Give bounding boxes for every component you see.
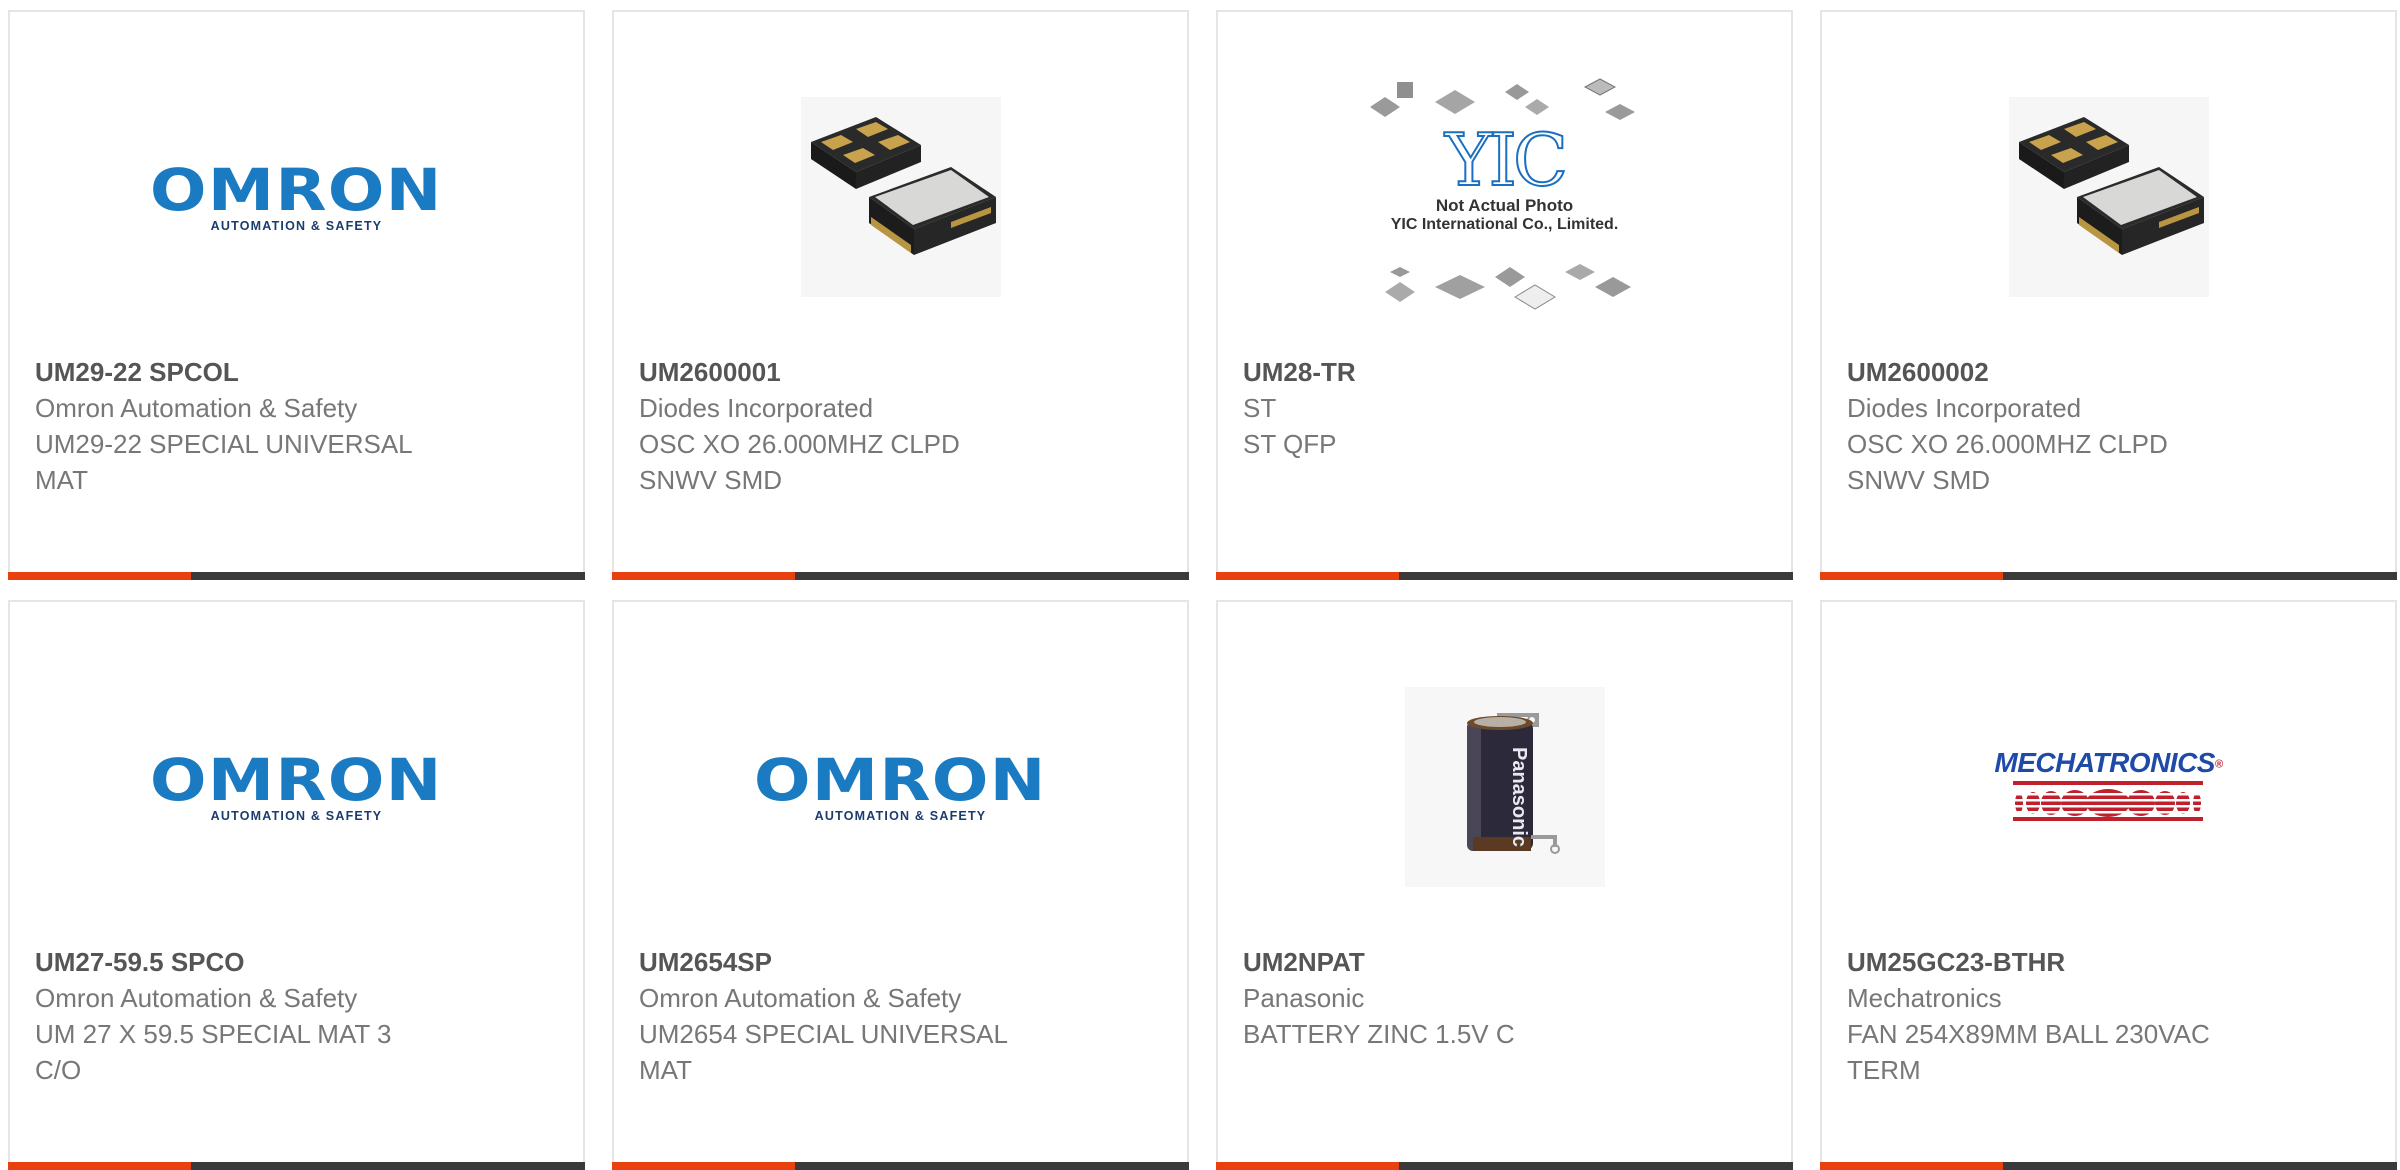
yic-placeholder-image: YIC Not Actual Photo YIC International C… (1365, 72, 1645, 322)
card-bottom-bar (612, 1162, 1189, 1170)
product-description-line: OSC XO 26.000MHZ CLPD (639, 429, 960, 459)
product-card[interactable]: UM2600002 Diodes Incorporated OSC XO 26.… (1820, 10, 2397, 580)
battery-icon: Panasonic (1404, 687, 1605, 887)
mechatronics-logo-word: MECHATRONICS® (1994, 746, 2223, 778)
card-bottom-bar (1820, 1162, 2397, 1170)
part-number-link[interactable]: UM29-22 SPCOL (35, 354, 475, 390)
product-card[interactable]: OMRON AUTOMATION & SAFETY UM29-22 SPCOL … (8, 10, 585, 580)
part-number-link[interactable]: UM2NPAT (1243, 944, 1683, 980)
card-bottom-bar (1216, 1162, 1793, 1170)
omron-logo: OMRON AUTOMATION & SAFETY (150, 751, 442, 823)
manufacturer-name: Diodes Incorporated (1847, 393, 2082, 423)
yic-logo-word: YIC (1444, 118, 1569, 202)
product-description-line: UM2654 SPECIAL UNIVERSAL (639, 1019, 1008, 1049)
product-description-line: TERM (1847, 1055, 1921, 1085)
product-description-line: MAT (639, 1055, 692, 1085)
product-card[interactable]: Panasonic UM2NPAT Panasonic BATTERY ZINC… (1216, 600, 1793, 1170)
product-image[interactable] (614, 72, 1187, 322)
part-number-link[interactable]: UM2654SP (639, 944, 1079, 980)
manufacturer-name: Mechatronics (1847, 983, 2002, 1013)
product-description-line: OSC XO 26.000MHZ CLPD (1847, 429, 2168, 459)
product-info: UM2600001 Diodes Incorporated OSC XO 26.… (639, 354, 1079, 498)
omron-logo: OMRON AUTOMATION & SAFETY (754, 751, 1046, 823)
part-number-link[interactable]: UM27-59.5 SPCO (35, 944, 475, 980)
oscillator-icon (800, 97, 1001, 297)
product-image[interactable]: OMRON AUTOMATION & SAFETY (10, 662, 583, 912)
card-bottom-bar (1216, 572, 1793, 580)
product-description-line: ST QFP (1243, 429, 1337, 459)
product-info: UM2654SP Omron Automation & Safety UM265… (639, 944, 1079, 1088)
manufacturer-name: Omron Automation & Safety (35, 393, 358, 423)
product-description-line: SNWV SMD (1847, 465, 1990, 495)
omron-logo-word: OMRON (150, 156, 443, 224)
product-card[interactable]: UM2600001 Diodes Incorporated OSC XO 26.… (612, 10, 1189, 580)
product-info: UM2NPAT Panasonic BATTERY ZINC 1.5V C (1243, 944, 1683, 1052)
manufacturer-name: Diodes Incorporated (639, 393, 874, 423)
product-description-line: MAT (35, 465, 88, 495)
oscillator-icon (2008, 97, 2209, 297)
card-accent-bar (8, 1162, 191, 1170)
manufacturer-name: ST (1243, 393, 1277, 423)
product-info: UM2600002 Diodes Incorporated OSC XO 26.… (1847, 354, 2287, 498)
card-bottom-bar (8, 1162, 585, 1170)
product-card[interactable]: OMRON AUTOMATION & SAFETY UM27-59.5 SPCO… (8, 600, 585, 1170)
part-number-link[interactable]: UM2600002 (1847, 354, 2287, 390)
card-bottom-bar (612, 572, 1189, 580)
product-info: UM25GC23-BTHR Mechatronics FAN 254X89MM … (1847, 944, 2287, 1088)
part-number-link[interactable]: UM25GC23-BTHR (1847, 944, 2287, 980)
card-accent-bar (612, 1162, 795, 1170)
product-image[interactable]: YIC Not Actual Photo YIC International C… (1218, 72, 1791, 322)
omron-logo-word: OMRON (150, 746, 443, 814)
mechatronics-logo: MECHATRONICS® (1994, 746, 2223, 827)
product-image[interactable]: MECHATRONICS® (1822, 662, 2395, 912)
yic-logo: YIC Not Actual Photo YIC International C… (1365, 118, 1645, 234)
product-image[interactable] (1822, 72, 2395, 322)
battery-brand-label: Panasonic (1508, 747, 1530, 847)
product-card[interactable]: OMRON AUTOMATION & SAFETY UM2654SP Omron… (612, 600, 1189, 1170)
card-bottom-bar (8, 572, 585, 580)
product-description-line: C/O (35, 1055, 82, 1085)
card-accent-bar (1820, 572, 2003, 580)
card-bottom-bar (1820, 572, 2397, 580)
product-card[interactable]: MECHATRONICS® UM25GC23-BTHR Mechatronics… (1820, 600, 2397, 1170)
omron-logo: OMRON AUTOMATION & SAFETY (150, 161, 442, 233)
product-description-line: FAN 254X89MM BALL 230VAC (1847, 1019, 2210, 1049)
part-number-link[interactable]: UM2600001 (639, 354, 1079, 390)
product-image[interactable]: OMRON AUTOMATION & SAFETY (10, 72, 583, 322)
product-info: UM28-TR ST ST QFP (1243, 354, 1683, 462)
card-accent-bar (1820, 1162, 2003, 1170)
manufacturer-name: Panasonic (1243, 983, 1365, 1013)
mechatronics-stripes-icon (2013, 781, 2204, 822)
yic-company-label: YIC International Co., Limited. (1390, 216, 1619, 233)
card-accent-bar (612, 572, 795, 580)
product-description-line: UM29-22 SPECIAL UNIVERSAL (35, 429, 413, 459)
card-accent-bar (1216, 572, 1399, 580)
product-description-line: BATTERY ZINC 1.5V C (1243, 1019, 1515, 1049)
not-actual-photo-label: Not Actual Photo (1435, 196, 1574, 215)
product-image[interactable]: OMRON AUTOMATION & SAFETY (614, 662, 1187, 912)
product-description-line: SNWV SMD (639, 465, 782, 495)
part-number-link[interactable]: UM28-TR (1243, 354, 1683, 390)
product-info: UM29-22 SPCOL Omron Automation & Safety … (35, 354, 475, 498)
product-description-line: UM 27 X 59.5 SPECIAL MAT 3 (35, 1019, 392, 1049)
product-image[interactable]: Panasonic (1218, 662, 1791, 912)
omron-logo-word: OMRON (754, 746, 1047, 814)
manufacturer-name: Omron Automation & Safety (35, 983, 358, 1013)
product-card[interactable]: YIC Not Actual Photo YIC International C… (1216, 10, 1793, 580)
card-accent-bar (1216, 1162, 1399, 1170)
card-accent-bar (8, 572, 191, 580)
product-info: UM27-59.5 SPCO Omron Automation & Safety… (35, 944, 475, 1088)
product-grid: OMRON AUTOMATION & SAFETY UM29-22 SPCOL … (8, 10, 2397, 1170)
manufacturer-name: Omron Automation & Safety (639, 983, 962, 1013)
